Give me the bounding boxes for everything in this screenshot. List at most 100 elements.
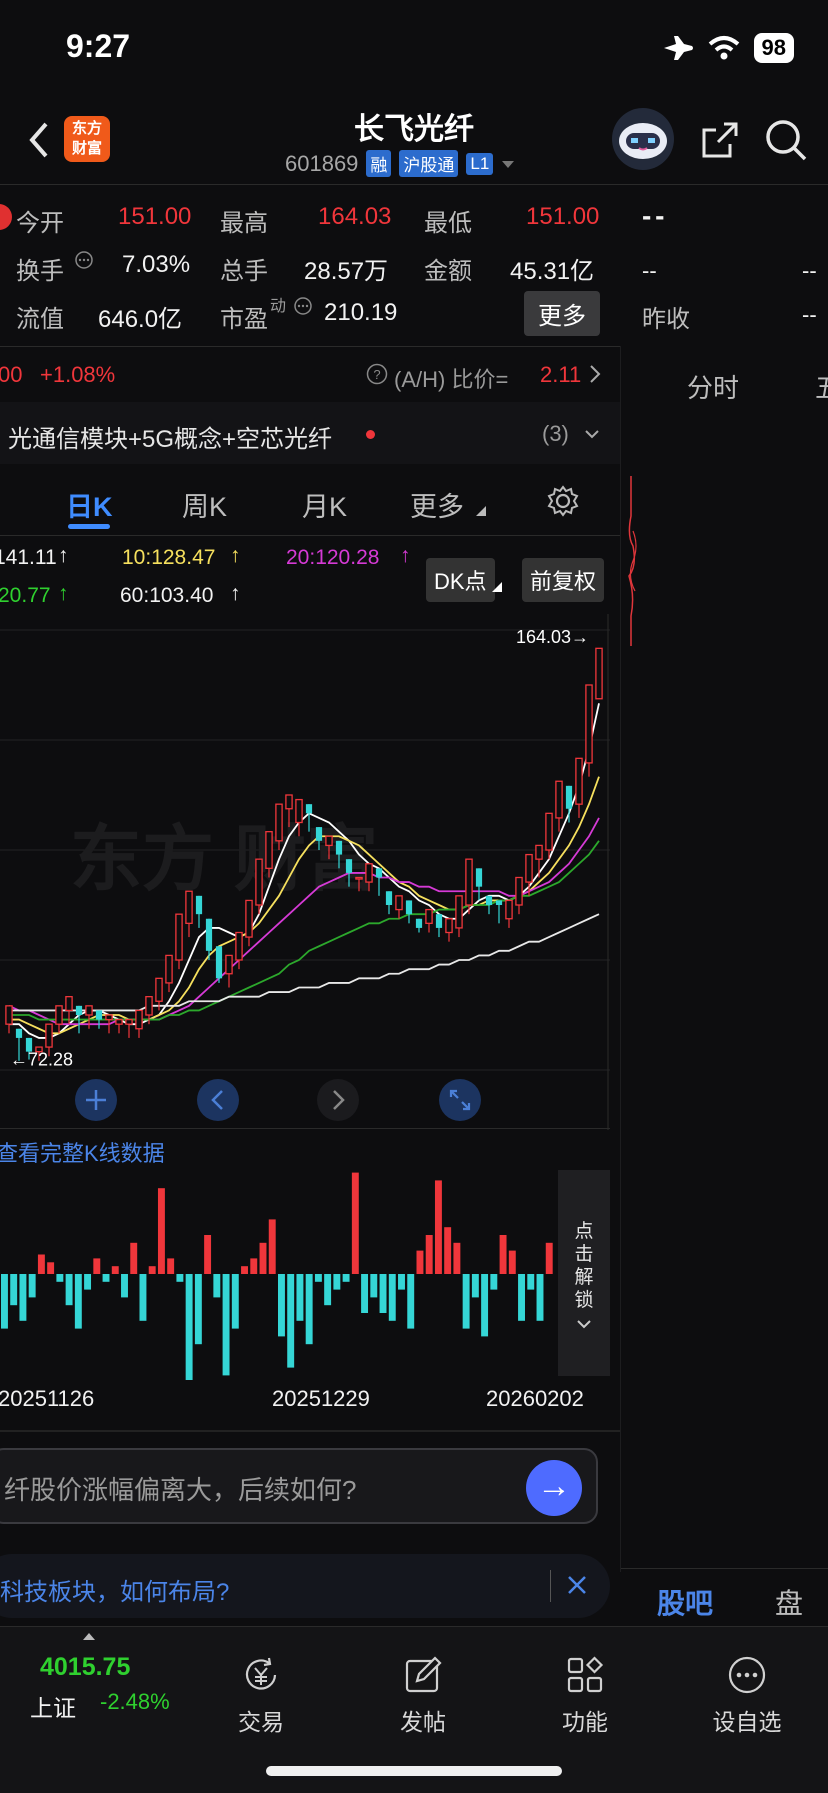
full-kline-link[interactable]: 查看完整K线数据	[0, 1136, 165, 1168]
volume-bar	[157, 1188, 165, 1274]
candle-body	[585, 684, 593, 764]
low-label: 最低	[424, 210, 472, 237]
volume-bar	[471, 1274, 479, 1298]
candle-body	[235, 931, 243, 961]
index-name: 上证	[30, 1695, 76, 1721]
chevron-down-icon[interactable]	[584, 428, 600, 440]
volume-bar	[481, 1274, 489, 1337]
dropdown-triangle-icon[interactable]	[501, 159, 515, 169]
tab-more[interactable]: 更多	[410, 485, 464, 524]
tab-week-k[interactable]: 周K	[182, 485, 227, 524]
candle-body	[525, 853, 533, 883]
candle-body	[225, 954, 233, 975]
volume-bar	[434, 1180, 442, 1274]
ma30-value: 20.77	[0, 584, 51, 607]
candle-body	[295, 798, 303, 824]
pan-right-icon[interactable]	[316, 1078, 360, 1122]
ma60-value: 60:103.40	[120, 584, 214, 607]
ma20-value: 20:120.28	[286, 546, 380, 569]
right-panel-divider	[621, 1568, 828, 1569]
candle-body	[385, 891, 393, 905]
trade-icon	[245, 1657, 277, 1690]
settings-gear-icon[interactable]	[546, 484, 580, 518]
ai-robot-avatar[interactable]	[612, 108, 674, 170]
ma-line	[9, 913, 600, 1012]
candle-body	[175, 913, 183, 961]
candle-body	[485, 895, 493, 905]
corner-triangle-icon	[476, 506, 486, 516]
stock-code-row: 601869 融 沪股通 L1	[285, 150, 515, 177]
nav-watchlist[interactable]: 设自选	[692, 1655, 802, 1737]
adjust-button[interactable]: 前复权	[522, 558, 605, 602]
tab-five-day[interactable]: 五	[815, 368, 828, 405]
expand-up-icon[interactable]	[82, 1631, 96, 1641]
index-pct: -2.48%	[100, 1689, 170, 1714]
volume-bar	[47, 1262, 55, 1274]
ma60-arrow: ↑	[230, 582, 241, 605]
volume-bar	[93, 1258, 101, 1274]
volume-bar	[416, 1250, 424, 1274]
candle-body	[325, 835, 333, 847]
chevron-right-icon[interactable]	[588, 363, 602, 385]
volume-label: 总手	[220, 258, 268, 285]
nav-trade-label: 交易	[238, 1709, 284, 1735]
candle-body	[165, 954, 173, 984]
volume-bar	[398, 1274, 405, 1290]
tab-month-k[interactable]: 月K	[302, 485, 347, 524]
pe-label: 市盈	[220, 306, 268, 333]
nav-features[interactable]: 功能	[530, 1655, 640, 1737]
ai-question-bar[interactable]: 纤股价涨幅偏离大，后续如何?	[0, 1448, 598, 1524]
volume-bar	[19, 1274, 27, 1321]
volume-bar	[84, 1274, 92, 1290]
kline-chart[interactable]: 东方 财富 164.03→ ←72.28	[0, 614, 610, 1130]
index-value[interactable]: 4015.75	[40, 1653, 130, 1682]
share-icon[interactable]	[700, 120, 740, 160]
high-label: 最高	[220, 210, 268, 237]
change-row: 00 +1.08% ? (A/H) 比价= 2.11	[0, 346, 620, 404]
concept-row[interactable]: 光通信模块+5G概念+空芯光纤 (3)	[0, 402, 620, 464]
volume-bar	[10, 1274, 18, 1306]
right-dash-2: --	[642, 258, 657, 283]
dk-point-button[interactable]: DK点	[426, 558, 495, 602]
nav-trade[interactable]: 交易	[206, 1655, 316, 1737]
pe-info-icon[interactable]	[293, 296, 313, 316]
fullscreen-icon[interactable]	[438, 1078, 482, 1122]
stock-code: 601869	[285, 150, 359, 176]
candle-body	[275, 803, 283, 842]
ma10-value: 10:128.47	[122, 546, 216, 569]
ai-question-text: 纤股价涨幅偏离大，后续如何?	[4, 1475, 357, 1505]
nav-post-label: 发帖	[400, 1709, 446, 1735]
pan-left-icon[interactable]	[196, 1078, 240, 1122]
right-panel: 分时 五 股吧 盘口	[620, 346, 828, 1659]
candle-body	[205, 918, 213, 951]
unlock-button[interactable]: 点击解锁	[558, 1170, 610, 1376]
volume-bar	[222, 1274, 230, 1376]
turnover-info-icon[interactable]	[74, 250, 94, 270]
concept-count: (3)	[542, 421, 569, 446]
candle-body	[245, 899, 253, 938]
tab-intraday[interactable]: 分时	[687, 368, 739, 405]
low-price-label: ←72.28	[10, 1050, 73, 1070]
nav-post[interactable]: 发帖	[368, 1655, 478, 1737]
volume-bar	[296, 1274, 304, 1321]
ma5-value: 141.11	[0, 546, 57, 569]
chart-bottom-divider	[0, 1430, 622, 1432]
close-icon[interactable]	[566, 1574, 588, 1596]
more-quote-button[interactable]: 更多	[524, 291, 600, 336]
candle-body	[475, 868, 483, 887]
tab-day-k[interactable]: 日K	[66, 485, 113, 524]
volume-bar	[121, 1274, 128, 1298]
help-icon[interactable]: ?	[366, 363, 388, 385]
wifi-icon	[708, 36, 739, 60]
candle-body	[125, 1018, 133, 1025]
tab-guba[interactable]: 股吧	[657, 1582, 713, 1622]
volume-chart[interactable]	[0, 1170, 560, 1380]
promo-banner[interactable]: 科技板块，如何布局?	[0, 1554, 610, 1618]
volume-bar	[56, 1274, 64, 1282]
open-value: 151.00	[118, 203, 192, 230]
ai-send-button[interactable]: →	[526, 1460, 582, 1516]
high-price-label: 164.03→	[516, 627, 589, 647]
amount-value: 45.31亿	[510, 258, 595, 285]
search-icon[interactable]	[764, 118, 808, 162]
zoom-in-icon[interactable]	[74, 1078, 118, 1122]
